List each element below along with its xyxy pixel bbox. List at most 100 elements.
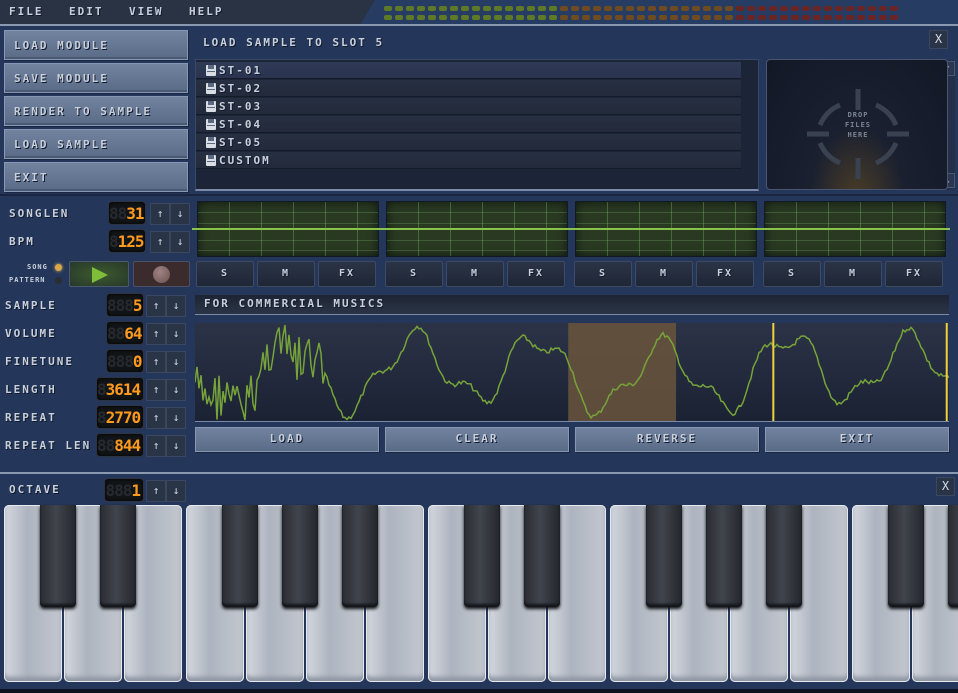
length-up-button[interactable]: ↑ [146,379,166,401]
wave-load-button[interactable]: LOAD [195,427,379,452]
file-item[interactable]: ST-03 [196,98,741,115]
track-1-fx-button[interactable]: FX [318,261,376,287]
vu-led [769,6,777,11]
vu-led [703,6,711,11]
loop-start-marker[interactable] [772,323,775,422]
songlen-up-button[interactable]: ↑ [150,203,170,225]
vu-led [439,6,447,11]
vu-led [549,6,557,11]
track-2-mute-button[interactable]: M [446,261,504,287]
keyboard-close-button[interactable]: X [936,477,955,496]
vu-led [714,15,722,20]
black-key[interactable] [948,505,958,607]
finetune-up-button[interactable]: ↑ [146,351,166,373]
file-item[interactable]: CUSTOM [196,152,741,169]
sample-name-field[interactable]: FOR COMMERCIAL MUSICS [195,295,949,315]
loop-end-marker[interactable] [945,323,948,422]
bpm-down-button[interactable]: ↓ [170,231,190,253]
vu-led [472,6,480,11]
repeat-len-down-button[interactable]: ↓ [166,435,186,457]
repeat-down-button[interactable]: ↓ [166,407,186,429]
loader-close-button[interactable]: X [929,30,948,49]
songlen-down-button[interactable]: ↓ [170,203,190,225]
wave-exit-button[interactable]: EXIT [765,427,949,452]
length-down-button[interactable]: ↓ [166,379,186,401]
play-button[interactable] [69,261,129,287]
track-4-solo-button[interactable]: S [763,261,821,287]
black-key[interactable] [766,505,802,607]
volume-down-button[interactable]: ↓ [166,323,186,345]
octave-down-button[interactable]: ↓ [166,480,186,502]
black-key[interactable] [706,505,742,607]
track-1-solo-button[interactable]: S [196,261,254,287]
vu-led [802,15,810,20]
black-key[interactable] [524,505,560,607]
black-key[interactable] [282,505,318,607]
menu-file[interactable]: FILE [9,5,44,18]
file-item[interactable]: ST-01 [196,62,741,79]
vu-led [461,6,469,11]
file-item[interactable]: ST-05 [196,134,741,151]
bpm-up-button[interactable]: ↑ [150,231,170,253]
octave-up-button[interactable]: ↑ [146,480,166,502]
songlen-display: 8831 [108,201,146,225]
menu-edit[interactable]: EDIT [69,5,104,18]
repeat-up-button[interactable]: ↑ [146,407,166,429]
black-key[interactable] [100,505,136,607]
vu-led [516,15,524,20]
vu-led [417,6,425,11]
wave-clear-button[interactable]: CLEAR [385,427,569,452]
track-4-mute-button[interactable]: M [824,261,882,287]
vu-led [560,6,568,11]
wave-reverse-button[interactable]: REVERSE [575,427,759,452]
sample-down-button[interactable]: ↓ [166,295,186,317]
vu-led [626,6,634,11]
track-3-fx-button[interactable]: FX [696,261,754,287]
pattern-mode-led[interactable] [55,277,62,284]
menu-help[interactable]: HELP [189,5,224,18]
file-item[interactable]: ST-02 [196,80,741,97]
black-key[interactable] [646,505,682,607]
black-key[interactable] [222,505,258,607]
vu-led [615,15,623,20]
black-key[interactable] [464,505,500,607]
menu-view[interactable]: VIEW [129,5,164,18]
track-2-fx-button[interactable]: FX [507,261,565,287]
vu-led [725,6,733,11]
floppy-disk-icon [206,119,216,130]
drop-zone[interactable]: DROP FILES HERE [766,59,948,190]
volume-display: 8864 [106,321,144,345]
vu-led [417,15,425,20]
waveform-editor[interactable] [195,323,949,422]
render-to-sample-button[interactable]: RENDER TO SAMPLE [4,96,188,126]
vu-led [428,6,436,11]
track-1-mute-button[interactable]: M [257,261,315,287]
finetune-down-button[interactable]: ↓ [166,351,186,373]
load-module-button[interactable]: LOAD MODULE [4,30,188,60]
track-2-solo-button[interactable]: S [385,261,443,287]
track-4-fx-button[interactable]: FX [885,261,943,287]
vu-led [758,15,766,20]
file-item[interactable]: ST-04 [196,116,741,133]
track-3-solo-button[interactable]: S [574,261,632,287]
track-3-mute-button[interactable]: M [635,261,693,287]
vu-led [670,15,678,20]
black-key[interactable] [888,505,924,607]
black-key[interactable] [40,505,76,607]
repeat-len-display: 88844 [96,433,144,457]
song-mode-led[interactable] [55,264,62,271]
exit-button[interactable]: EXIT [4,162,188,192]
black-key[interactable] [342,505,378,607]
load-sample-button[interactable]: LOAD SAMPLE [4,129,188,159]
repeat-len-up-button[interactable]: ↑ [146,435,166,457]
vu-led [736,6,744,11]
vu-led [692,6,700,11]
vu-led [835,15,843,20]
save-module-button[interactable]: SAVE MODULE [4,63,188,93]
volume-up-button[interactable]: ↑ [146,323,166,345]
floppy-disk-icon [206,83,216,94]
finetune-label: FINETUNE [5,355,74,368]
sample-file-list: ST-01 ST-02 ST-03 ST-04 ST-05 CUSTOM ↑ ↓ [195,59,955,191]
sample-up-button[interactable]: ↑ [146,295,166,317]
record-button[interactable] [133,261,190,287]
